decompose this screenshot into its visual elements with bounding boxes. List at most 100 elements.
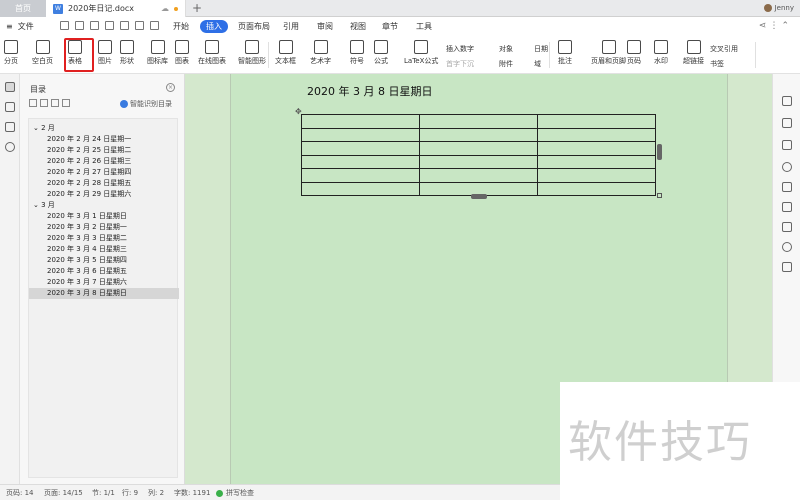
bookmark-button[interactable]: 书签	[710, 59, 724, 69]
table-cell[interactable]	[419, 154, 538, 169]
header-footer-button[interactable]: 页眉和页脚	[591, 40, 626, 66]
icon-library-button[interactable]: 图标库	[147, 40, 168, 66]
tab-document[interactable]: W 2020年日记.docx ☁	[46, 0, 186, 17]
toc-item[interactable]: 2020 年 3 月 7 日星期六	[29, 277, 179, 288]
tab-6[interactable]: 章节	[382, 20, 398, 33]
expand-all-icon[interactable]	[40, 99, 48, 107]
settings-icon[interactable]	[782, 222, 792, 232]
toc-item[interactable]: 2020 年 3 月 1 日星期日	[29, 211, 179, 222]
open-icon[interactable]	[75, 21, 84, 30]
attachment-button[interactable]: 附件	[499, 59, 513, 69]
new-icon[interactable]	[60, 21, 69, 30]
table-cell[interactable]	[419, 141, 538, 156]
table-cell[interactable]	[301, 154, 420, 169]
document-heading[interactable]: 2020 年 3 月 8 日星期日	[307, 83, 432, 99]
status-page[interactable]: 页面: 14/15	[44, 485, 83, 500]
comment-button[interactable]: 批注	[558, 40, 572, 66]
shape-tool-icon[interactable]	[782, 118, 792, 128]
table-cell[interactable]	[537, 141, 656, 156]
toc-item[interactable]: 2020 年 3 月 3 日星期二	[29, 233, 179, 244]
tab-7[interactable]: 工具	[416, 20, 432, 33]
share-icon[interactable]: ⋖	[759, 21, 770, 31]
lock-icon[interactable]	[782, 202, 792, 212]
table-cell[interactable]	[537, 114, 656, 129]
add-tab-button[interactable]: +	[192, 0, 202, 17]
toc-item[interactable]: 2020 年 3 月 6 日星期五	[29, 266, 179, 277]
toc-panel-icon[interactable]	[5, 82, 15, 92]
redo-icon[interactable]	[150, 21, 159, 30]
picture-button[interactable]: 图片	[98, 40, 112, 66]
cross-reference-button[interactable]: 交叉引用	[710, 44, 738, 54]
style-icon[interactable]	[782, 140, 792, 150]
table-cell[interactable]	[301, 114, 420, 129]
tab-0[interactable]: 开始	[173, 20, 189, 33]
toc-item[interactable]: 2020 年 2 月 26 日星期三	[29, 156, 179, 167]
print-icon[interactable]	[105, 21, 114, 30]
print-preview-icon[interactable]	[120, 21, 129, 30]
select-icon[interactable]	[782, 182, 792, 192]
toc-item[interactable]: 2020 年 3 月 5 日星期四	[29, 255, 179, 266]
tab-home[interactable]: 首页	[0, 0, 46, 17]
first-char-sink-button[interactable]: 首字下沉	[446, 59, 474, 69]
table-cell[interactable]	[537, 168, 656, 183]
user-account[interactable]: Jenny	[763, 0, 794, 17]
table-add-column-handle[interactable]	[657, 144, 662, 160]
object-button[interactable]: 对象	[499, 44, 513, 54]
text-box-button[interactable]: 文本框	[275, 40, 296, 66]
smart-toc-button[interactable]: 智能识别目录	[120, 99, 172, 109]
hamburger-icon[interactable]: ≡	[6, 22, 13, 31]
history-icon[interactable]	[782, 242, 792, 252]
document-table[interactable]	[301, 114, 656, 196]
table-cell[interactable]	[419, 114, 538, 129]
edit-icon[interactable]	[782, 96, 792, 106]
latex-button[interactable]: LaTeX公式	[404, 40, 438, 66]
spell-check-button[interactable]: 拼写检查	[216, 485, 254, 500]
pages-panel-icon[interactable]	[5, 102, 15, 112]
page-number-button[interactable]: 页码	[627, 40, 641, 66]
chevron-down-icon[interactable]: ⌄	[33, 201, 41, 209]
table-cell[interactable]	[537, 127, 656, 142]
collapse-ribbon-icon[interactable]: ⌃	[781, 21, 792, 31]
blank-page-button[interactable]: 空白页	[32, 40, 53, 66]
table-cell[interactable]	[537, 154, 656, 169]
table-cell[interactable]	[419, 168, 538, 183]
field-button[interactable]: 域	[534, 59, 541, 69]
search-icon[interactable]	[5, 142, 15, 152]
word-art-button[interactable]: 艺术字	[310, 40, 331, 66]
date-button[interactable]: 日期	[534, 44, 548, 54]
cloud-icon[interactable]: ☁	[161, 4, 169, 13]
chart-button[interactable]: 图表	[175, 40, 189, 66]
toc-item[interactable]: 2020 年 2 月 28 日星期五	[29, 178, 179, 189]
tab-4[interactable]: 审阅	[317, 20, 333, 33]
save-icon[interactable]	[90, 21, 99, 30]
more-icon[interactable]: ⋮	[769, 21, 781, 31]
bookmark-panel-icon[interactable]	[5, 122, 15, 132]
toc-item[interactable]: 2020 年 3 月 2 日星期一	[29, 222, 179, 233]
close-icon[interactable]: ×	[166, 83, 175, 92]
status-word-count[interactable]: 字数: 1191	[174, 485, 210, 500]
hyperlink-button[interactable]: 超链接	[683, 40, 704, 66]
toc-item[interactable]: 2020 年 2 月 29 日星期六	[29, 189, 179, 200]
table-cell[interactable]	[301, 168, 420, 183]
toc-item[interactable]: 2020 年 2 月 24 日星期一	[29, 134, 179, 145]
add-item-icon[interactable]	[51, 99, 59, 107]
symbol-button[interactable]: 符号	[350, 40, 364, 66]
compass-icon[interactable]	[782, 162, 792, 172]
insert-number-button[interactable]: 插入数字	[446, 44, 474, 54]
shape-button[interactable]: 形状	[120, 40, 134, 66]
chevron-down-icon[interactable]: ⌄	[33, 124, 41, 132]
tab-2[interactable]: 页面布局	[238, 20, 270, 33]
table-cell[interactable]	[537, 181, 656, 196]
table-add-row-handle[interactable]	[471, 194, 487, 199]
collapse-all-icon[interactable]	[29, 99, 37, 107]
tab-3[interactable]: 引用	[283, 20, 299, 33]
online-chart-button[interactable]: 在线图表	[198, 40, 226, 66]
file-menu[interactable]: ≡ 文件	[6, 17, 39, 36]
formula-button[interactable]: 公式	[374, 40, 388, 66]
page-break-button[interactable]: 分页	[4, 40, 18, 66]
toc-group[interactable]: ⌄ 3 月	[29, 200, 179, 211]
table-resize-handle[interactable]	[657, 193, 662, 198]
watermark-button[interactable]: 水印	[654, 40, 668, 66]
toc-item[interactable]: 2020 年 2 月 27 日星期四	[29, 167, 179, 178]
table-cell[interactable]	[419, 127, 538, 142]
